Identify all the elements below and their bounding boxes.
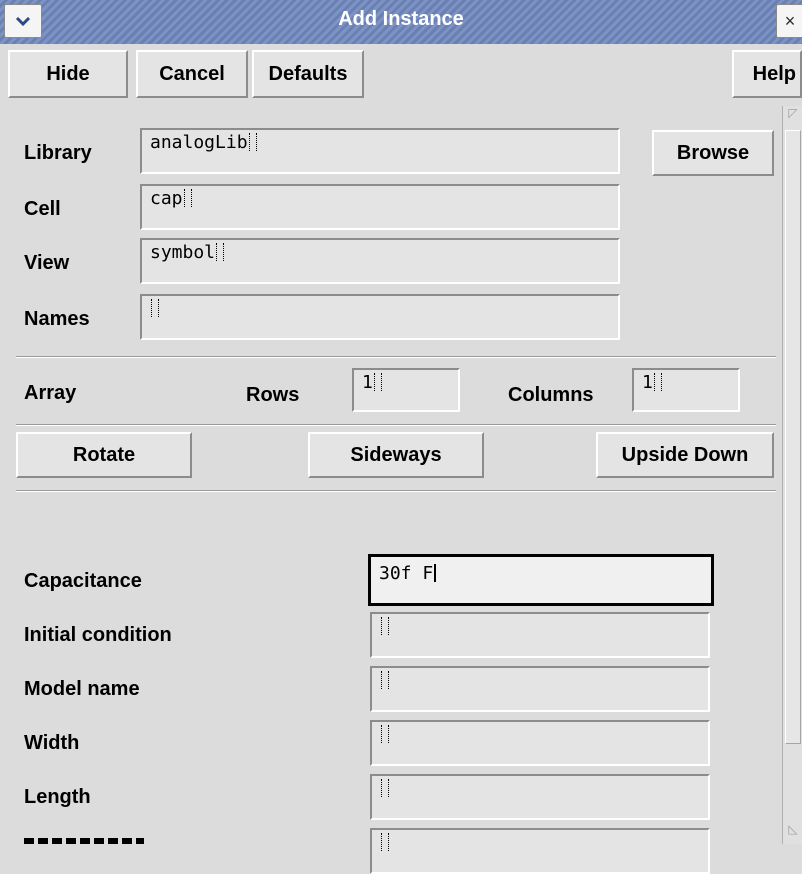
sideways-button[interactable]: Sideways xyxy=(308,432,484,478)
upside-down-button[interactable]: Upside Down xyxy=(596,432,774,478)
cell-field[interactable]: cap xyxy=(140,184,620,230)
vertical-scrollbar[interactable]: ◸ ◺ xyxy=(782,106,802,844)
text-cursor-icon xyxy=(381,671,389,689)
cell-value: cap xyxy=(150,188,183,209)
rows-field[interactable]: 1 xyxy=(352,368,460,412)
text-cursor-icon xyxy=(381,779,389,797)
hide-button[interactable]: Hide xyxy=(8,50,128,98)
columns-value: 1 xyxy=(642,372,653,393)
length-label: Length xyxy=(24,786,91,808)
text-cursor-icon xyxy=(151,299,159,317)
library-value: analogLib xyxy=(150,132,248,153)
model-name-field[interactable] xyxy=(370,666,710,712)
names-label: Names xyxy=(24,308,90,330)
defaults-button[interactable]: Defaults xyxy=(252,50,364,98)
capacitance-value: 30f F xyxy=(379,563,434,584)
width-label: Width xyxy=(24,732,80,754)
model-name-label: Model name xyxy=(24,678,140,700)
length-field[interactable] xyxy=(370,774,710,820)
columns-field[interactable]: 1 xyxy=(632,368,740,412)
columns-label: Columns xyxy=(508,384,594,406)
text-cursor-icon xyxy=(248,133,257,151)
capacitance-field[interactable]: 30f F xyxy=(368,554,714,606)
view-value: symbol xyxy=(150,242,216,263)
browse-button[interactable]: Browse xyxy=(652,130,774,176)
view-field[interactable]: symbol xyxy=(140,238,620,284)
close-icon: × xyxy=(784,10,796,31)
next-property-label-fragment xyxy=(24,838,144,844)
initial-condition-label: Initial condition xyxy=(24,624,172,646)
scroll-up-arrow-icon[interactable]: ◸ xyxy=(785,106,801,124)
rotate-button[interactable]: Rotate xyxy=(16,432,192,478)
window-title: Add Instance xyxy=(338,8,464,30)
separator xyxy=(16,424,776,426)
title-bar: Add Instance × xyxy=(0,0,802,44)
library-field[interactable]: analogLib xyxy=(140,128,620,174)
names-field[interactable] xyxy=(140,294,620,340)
help-button[interactable]: Help xyxy=(732,50,802,98)
cancel-button[interactable]: Cancel xyxy=(136,50,248,98)
array-label: Array xyxy=(24,382,77,404)
next-property-field[interactable] xyxy=(370,828,710,874)
scroll-down-arrow-icon[interactable]: ◺ xyxy=(785,822,801,840)
text-cursor-icon xyxy=(434,564,438,582)
close-button[interactable]: × xyxy=(776,4,802,38)
text-cursor-icon xyxy=(381,833,389,851)
text-cursor-icon xyxy=(373,373,382,391)
separator xyxy=(16,356,776,358)
capacitance-label: Capacitance xyxy=(24,570,142,592)
rows-value: 1 xyxy=(362,372,373,393)
cell-label: Cell xyxy=(24,198,61,220)
text-cursor-icon xyxy=(381,617,389,635)
text-cursor-icon xyxy=(183,189,192,207)
scrollbar-thumb[interactable] xyxy=(785,130,801,744)
text-cursor-icon xyxy=(216,243,225,261)
initial-condition-field[interactable] xyxy=(370,612,710,658)
text-cursor-icon xyxy=(381,725,389,743)
separator xyxy=(16,490,776,492)
width-field[interactable] xyxy=(370,720,710,766)
library-label: Library xyxy=(24,142,92,164)
view-label: View xyxy=(24,252,70,274)
rows-label: Rows xyxy=(246,384,300,406)
text-cursor-icon xyxy=(653,373,662,391)
